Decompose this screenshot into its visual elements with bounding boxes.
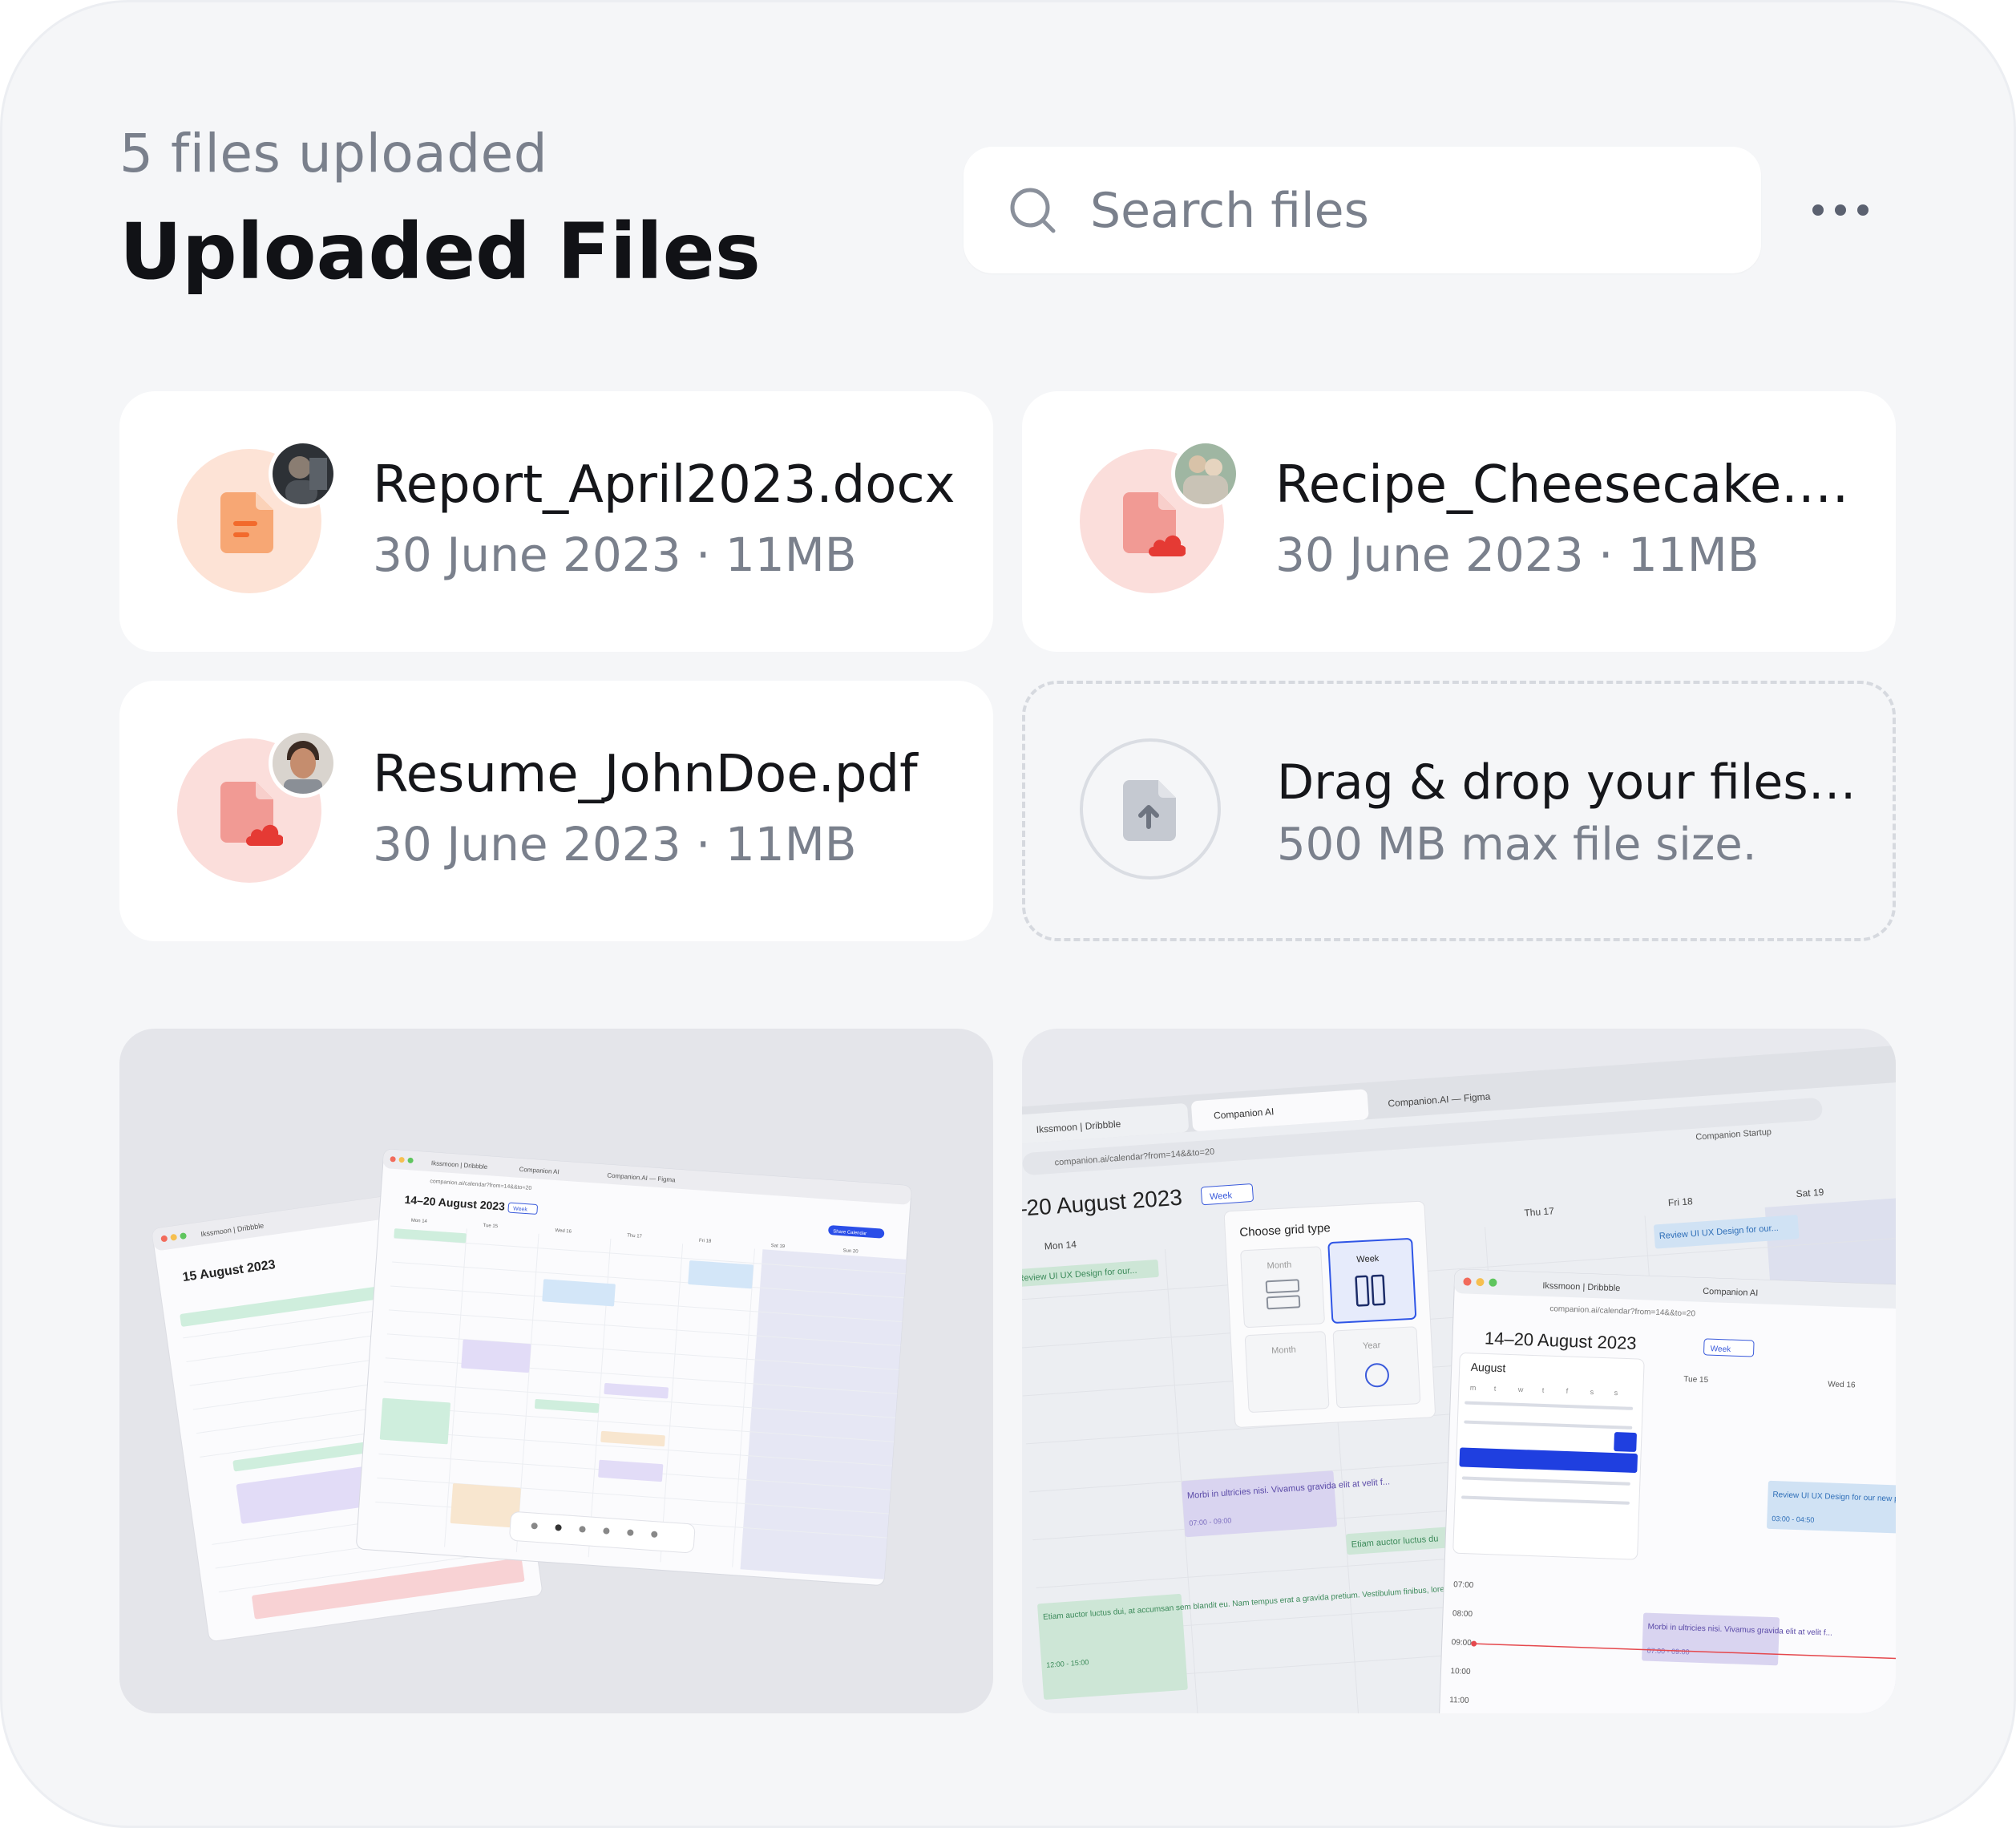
dropzone-icon-circle (1080, 738, 1221, 880)
svg-text:w: w (1517, 1385, 1524, 1393)
file-meta: 30 June 2023 · 11MB (373, 528, 857, 582)
calendar-closeup-illustration: Ikssmoon | Dribbble Companion AI Compani… (1022, 1042, 1896, 1713)
file-name: Report_April2023.docx (373, 455, 955, 515)
file-meta: 30 June 2023 · 11MB (373, 817, 857, 872)
svg-text:Wed 16: Wed 16 (1828, 1380, 1856, 1389)
svg-text:Sat 19: Sat 19 (771, 1244, 786, 1249)
file-card[interactable]: Report_April2023.docx 30 June 2023 · 11M… (119, 391, 993, 652)
files-count-subtitle: 5 files uploaded (119, 123, 548, 184)
svg-text:m: m (1470, 1384, 1477, 1392)
more-options-button[interactable] (1812, 188, 1869, 232)
dropzone[interactable]: Drag & drop your files here 500 MB max f… (1022, 681, 1896, 941)
avatar (1171, 439, 1240, 508)
svg-text:Week: Week (1356, 1254, 1380, 1264)
page-title: Uploaded Files (119, 207, 761, 297)
svg-text:August: August (1470, 1361, 1505, 1375)
calendar-mockup-illustration: Ikssmoon | Dribbble 15 August 2023 Ikssm… (152, 1149, 912, 1642)
svg-text:11:00: 11:00 (1449, 1696, 1469, 1705)
svg-text:Month: Month (1271, 1345, 1296, 1357)
search-icon (1010, 188, 1056, 233)
svg-text:07:00: 07:00 (1453, 1580, 1474, 1590)
uploaded-files-panel: 5 files uploaded Uploaded Files Report_A… (0, 0, 2016, 1828)
pdf-icon (1123, 492, 1186, 556)
svg-text:Sat 19: Sat 19 (1796, 1187, 1824, 1199)
svg-text:s: s (1614, 1389, 1618, 1397)
svg-text:Thu 17: Thu 17 (1524, 1205, 1555, 1219)
search-bar[interactable] (964, 147, 1761, 273)
svg-text:Week: Week (513, 1206, 528, 1212)
file-card[interactable]: Resume_JohnDoe.pdf 30 June 2023 · 11MB (119, 681, 993, 941)
svg-text:Month: Month (1267, 1260, 1291, 1272)
preview-image-calendar-zoom[interactable]: Ikssmoon | Dribbble Companion AI Compani… (1022, 1029, 1896, 1713)
svg-text:09:00: 09:00 (1452, 1638, 1473, 1648)
file-meta: 30 June 2023 · 11MB (1275, 528, 1759, 582)
file-name: Recipe_Cheesecake.docx (1275, 455, 1869, 515)
upload-file-icon (1123, 780, 1176, 841)
svg-text:Mon 14: Mon 14 (1044, 1239, 1077, 1252)
svg-text:Fri 18: Fri 18 (699, 1239, 712, 1244)
svg-text:Week: Week (1210, 1191, 1233, 1202)
dropzone-title: Drag & drop your files here (1277, 754, 1870, 811)
svg-text:08:00: 08:00 (1452, 1609, 1473, 1619)
svg-text:Fri 18: Fri 18 (1668, 1195, 1694, 1208)
svg-text:Companion AI: Companion AI (1703, 1287, 1758, 1298)
file-name: Resume_JohnDoe.pdf (373, 745, 918, 804)
avatar (269, 729, 337, 798)
svg-text:Week: Week (1711, 1345, 1732, 1354)
svg-text:s: s (1590, 1388, 1594, 1396)
file-card[interactable]: Recipe_Cheesecake.docx 30 June 2023 · 11… (1022, 391, 1896, 652)
dropzone-subtitle: 500 MB max file size. (1277, 819, 1757, 871)
avatar (269, 439, 337, 508)
search-input[interactable] (1089, 163, 1717, 259)
svg-text:03:00 - 04:50: 03:00 - 04:50 (1772, 1515, 1814, 1524)
more-horizontal-icon (1812, 204, 1824, 216)
svg-text:10:00: 10:00 (1450, 1667, 1471, 1676)
svg-text:Year: Year (1363, 1341, 1381, 1351)
pdf-icon (220, 782, 283, 846)
preview-image-calendar-stack[interactable]: Ikssmoon | Dribbble 15 August 2023 Ikssm… (119, 1029, 993, 1713)
doc-icon (220, 492, 273, 553)
svg-text:Tue 15: Tue 15 (1683, 1375, 1709, 1385)
